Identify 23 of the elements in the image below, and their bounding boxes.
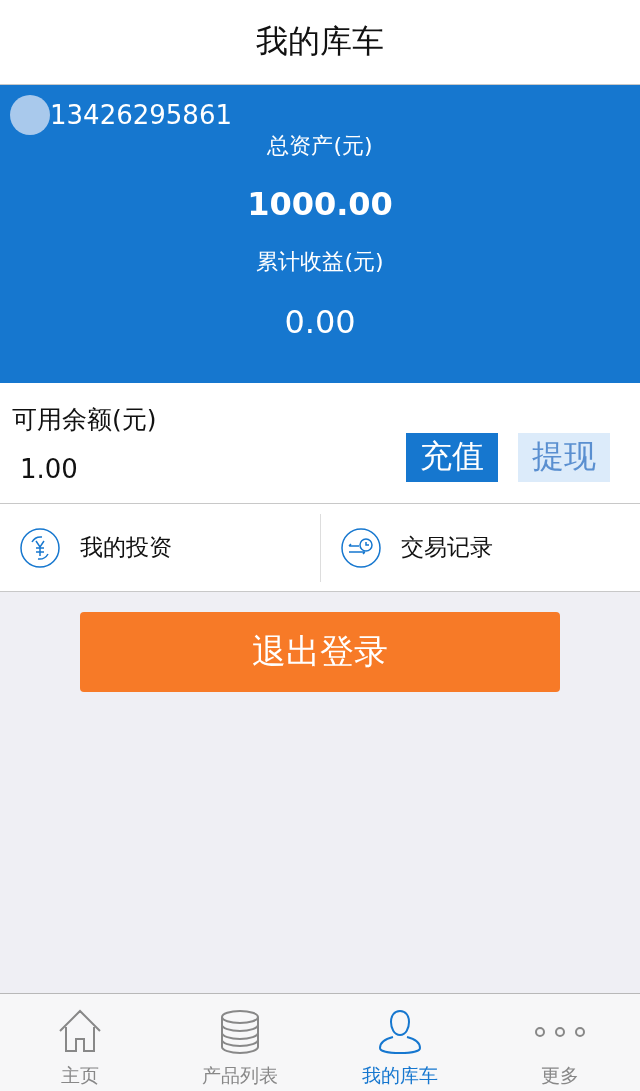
earnings-label: 累计收益(元) — [256, 248, 384, 276]
avatar — [10, 95, 50, 135]
balance-label: 可用余额(元) — [12, 403, 157, 436]
earnings-value: 0.00 — [284, 303, 356, 341]
withdraw-button[interactable]: 提现 — [518, 432, 610, 482]
tab[interactable]: 产品列表 — [202, 1063, 278, 1089]
tab[interactable]: 主页 — [61, 1063, 99, 1089]
menu-item[interactable]: 交易记录 — [400, 532, 493, 563]
page-title: 我的库车 — [256, 21, 384, 62]
yen-cycle-icon — [20, 527, 60, 568]
phone-number: 13426295861 — [50, 100, 232, 130]
menu-item[interactable]: 我的投资 — [80, 532, 172, 563]
person-icon — [378, 1009, 422, 1055]
total-assets-label: 总资产(元) — [267, 132, 373, 160]
clock-arrows-icon — [340, 527, 381, 568]
more-icon — [534, 1025, 586, 1039]
tab[interactable]: 我的库车 — [362, 1063, 438, 1089]
logout-button[interactable]: 退出登录 — [80, 612, 560, 692]
balance-value: 1.00 — [20, 453, 79, 484]
database-icon — [220, 1009, 260, 1055]
tab[interactable]: 更多 — [541, 1063, 579, 1089]
total-assets-value: 1000.00 — [247, 185, 393, 223]
recharge-button[interactable]: 充值 — [406, 432, 498, 482]
